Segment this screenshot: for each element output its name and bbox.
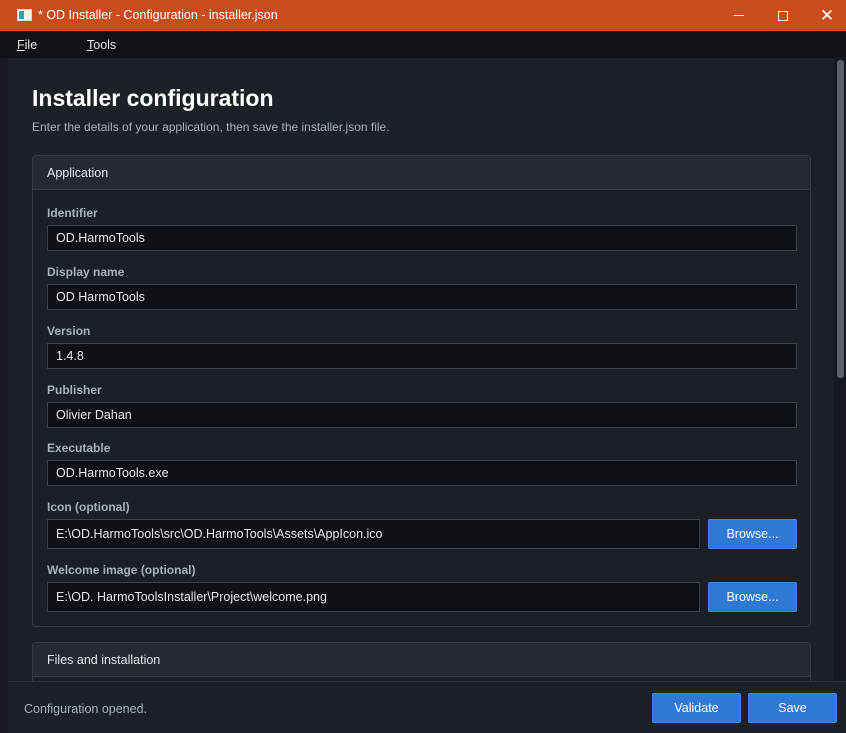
executable-input[interactable] xyxy=(47,460,797,486)
menu-file[interactable]: File xyxy=(17,38,37,52)
publisher-input[interactable] xyxy=(47,402,797,428)
welcome-image-browse-button[interactable]: Browse... xyxy=(708,582,797,612)
menu-file-label: ile xyxy=(24,38,38,52)
display-name-input[interactable] xyxy=(47,284,797,310)
executable-label: Executable xyxy=(47,441,111,455)
menu-tools[interactable]: Tools xyxy=(87,38,116,52)
welcome-image-input[interactable] xyxy=(47,582,700,612)
maximize-icon xyxy=(778,10,788,21)
version-input[interactable] xyxy=(47,343,797,369)
window-title: * OD Installer - Configuration - install… xyxy=(38,8,278,22)
version-label: Version xyxy=(47,324,91,338)
icon-label: Icon (optional) xyxy=(47,500,130,514)
close-icon: ✕ xyxy=(819,5,835,26)
vertical-scrollbar[interactable] xyxy=(834,58,846,681)
publisher-label: Publisher xyxy=(47,383,102,397)
app-window-icon xyxy=(17,9,32,21)
application-section-header: Application xyxy=(33,156,810,190)
main-content[interactable]: Installer configuration Enter the detail… xyxy=(8,58,834,681)
page-subtitle: Enter the details of your application, t… xyxy=(32,120,390,134)
icon-path-input[interactable] xyxy=(47,519,700,549)
title-bar[interactable]: * OD Installer - Configuration - install… xyxy=(0,0,846,31)
minimize-icon xyxy=(734,15,744,16)
files-section: Files and installation xyxy=(32,642,811,681)
identifier-label: Identifier xyxy=(47,206,98,220)
files-section-header[interactable]: Files and installation xyxy=(33,643,810,677)
close-button[interactable]: ✕ xyxy=(804,0,846,31)
validate-button[interactable]: Validate xyxy=(652,693,741,723)
files-section-title: Files and installation xyxy=(47,653,161,667)
display-name-label: Display name xyxy=(47,265,125,279)
status-text: Configuration opened. xyxy=(24,702,148,716)
page-title: Installer configuration xyxy=(32,85,274,111)
minimize-button[interactable] xyxy=(716,0,762,31)
menu-tools-label: ools xyxy=(93,38,117,52)
save-button[interactable]: Save xyxy=(748,693,837,723)
identifier-input[interactable] xyxy=(47,225,797,251)
app-window: * OD Installer - Configuration - install… xyxy=(0,0,846,733)
menu-bar: File Tools xyxy=(0,31,846,58)
footer-bar: Configuration opened. Validate Save xyxy=(8,681,846,733)
scrollbar-thumb[interactable] xyxy=(837,60,844,378)
welcome-image-label: Welcome image (optional) xyxy=(47,563,196,577)
application-section-title: Application xyxy=(47,166,109,180)
menu-file-mnemonic: F xyxy=(17,38,25,52)
icon-browse-button[interactable]: Browse... xyxy=(708,519,797,549)
maximize-button[interactable] xyxy=(760,0,806,31)
application-section: Application Identifier Display name Vers… xyxy=(32,155,811,627)
